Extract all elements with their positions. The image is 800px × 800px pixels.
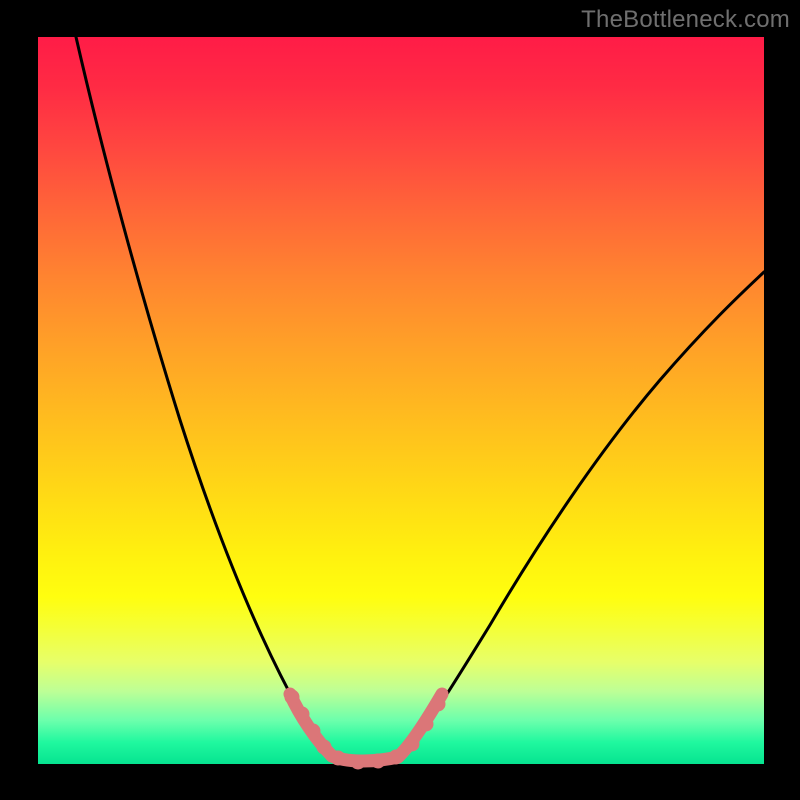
watermark-text: TheBottleneck.com xyxy=(581,6,790,34)
chart-frame: TheBottleneck.com xyxy=(0,0,800,800)
gradient-plot-area xyxy=(38,37,764,764)
